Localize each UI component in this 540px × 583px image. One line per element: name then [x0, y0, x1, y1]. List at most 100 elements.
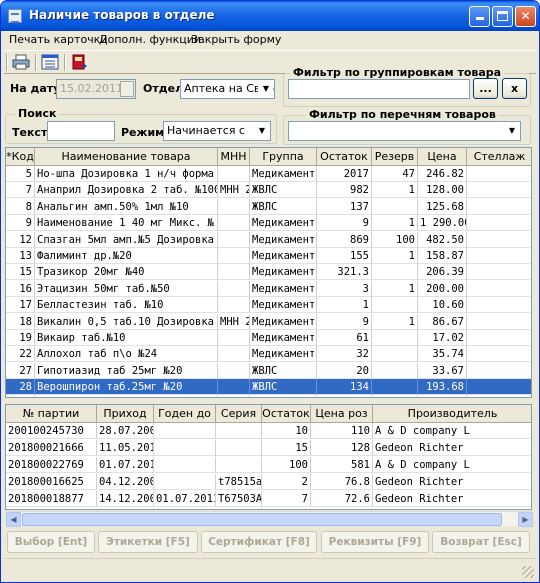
cell-price: 206.39 [418, 264, 467, 281]
scroll-left-icon[interactable]: ◀ [6, 512, 21, 527]
column-header-inn[interactable]: МНН [218, 148, 250, 166]
search-text-input[interactable] [47, 121, 115, 141]
cell-code: 29 [6, 395, 35, 397]
title-bar[interactable]: Наличие товаров в отделе ✕ [1, 1, 539, 31]
list-filter-select[interactable]: ▼ [288, 121, 521, 141]
cell-group: ЖВЛС [250, 379, 317, 396]
window-title: Наличие товаров в отделе [29, 8, 215, 22]
group-filter-clear-button[interactable]: x [502, 78, 527, 99]
cell-shelf [467, 396, 531, 397]
batch-table[interactable]: № партии Приход Годен до Серия Остаток Цена р… [5, 404, 532, 510]
cell-shelf [467, 379, 531, 396]
column-header-expiry[interactable]: Годен до [154, 405, 216, 423]
resize-grip-icon[interactable] [522, 566, 534, 578]
cell-group: ЖВЛС [250, 395, 317, 397]
column-header-retail-price[interactable]: Цена роз [311, 405, 373, 423]
menu-print-card[interactable]: Печать карточки [9, 33, 107, 46]
mode-select[interactable]: Начинается с ▼ [163, 121, 271, 141]
column-header-group[interactable]: Группа [250, 148, 317, 166]
column-header-name[interactable]: Наименование товара [35, 148, 218, 166]
column-header-series[interactable]: Серия [216, 405, 262, 423]
column-header-reserve[interactable]: Резерв [372, 148, 418, 166]
column-header-stock[interactable]: Остаток [317, 148, 372, 166]
cell-retail-price: 76.8 [311, 474, 373, 490]
reference-book-button[interactable] [69, 53, 91, 72]
cell-reserve [372, 330, 418, 346]
cell-inn [218, 231, 250, 248]
menu-close-form[interactable]: Закрыть форму [191, 33, 281, 46]
scroll-thumb[interactable] [22, 513, 502, 526]
cell-price: 77.25 [418, 395, 467, 397]
certificate-button[interactable]: Сертификат [F8] [201, 531, 317, 553]
scroll-right-icon[interactable]: ▶ [518, 512, 533, 527]
cell-stock: 9 [317, 215, 372, 232]
cell-name: Викалин 0,5 таб.10 Дозировка [35, 313, 218, 330]
horizontal-scrollbar[interactable]: ◀ ▶ [6, 511, 533, 527]
cell-reserve [372, 362, 418, 379]
cell-manufacturer: A & D company L [373, 457, 531, 473]
cell-stock: 32 [317, 346, 372, 363]
book-icon [72, 54, 87, 70]
cell-series: t78515a [216, 474, 262, 490]
toolbar-separator [64, 54, 66, 71]
cell-stock: 982 [317, 182, 372, 199]
select-button[interactable]: Выбор [Ent] [7, 531, 95, 553]
column-header-shelf[interactable]: Стеллаж [467, 148, 531, 166]
return-button[interactable]: Возврат [Esc] [432, 531, 530, 553]
labels-button[interactable]: Этикетки [F5] [98, 531, 198, 553]
cell-arrival: 28.07.2009 [97, 423, 154, 439]
dept-label: Отдел [143, 82, 184, 95]
cell-price: 125.68 [418, 198, 467, 215]
mode-value: Начинается с [167, 124, 245, 137]
cell-shelf [467, 314, 531, 330]
maximize-button[interactable] [492, 6, 513, 27]
cell-code: 5 [6, 166, 35, 182]
cell-reserve: 1 [372, 215, 418, 232]
requisites-button[interactable]: Реквизиты [F9] [321, 531, 429, 553]
date-field[interactable]: 15.02.2011 [56, 79, 136, 99]
app-icon [8, 9, 22, 23]
column-header-arrival[interactable]: Приход [97, 405, 154, 423]
cell-inn [218, 346, 250, 363]
cell-retail-price: 72.6 [311, 491, 373, 507]
menu-extra-functions[interactable]: Дополн. функции [99, 33, 201, 46]
cell-reserve: 1 [372, 280, 418, 297]
column-header-manufacturer[interactable]: Производитель [373, 405, 531, 423]
column-header-batch[interactable]: № партии [6, 405, 97, 423]
chevron-down-icon[interactable]: ▼ [254, 123, 269, 139]
cell-group: Медикамент [250, 248, 317, 264]
column-header-price[interactable]: Цена [418, 148, 467, 166]
cell-retail-price: 581 [311, 457, 373, 473]
cell-manufacturer: A & D company L [373, 423, 531, 439]
chevron-down-icon[interactable]: ▼ [258, 81, 273, 97]
cell-shelf [467, 166, 531, 182]
cell-code: 8 [6, 198, 35, 215]
cell-shelf [467, 363, 531, 379]
close-button[interactable]: ✕ [515, 6, 536, 27]
cell-code: 9 [6, 215, 35, 232]
cell-shelf [467, 297, 531, 314]
list-view-button[interactable] [40, 53, 62, 72]
column-header-stock[interactable]: Остаток [262, 405, 311, 423]
cell-stock: 134 [317, 379, 372, 396]
search-title: Поиск [15, 107, 60, 120]
calendar-icon[interactable] [120, 81, 134, 97]
cell-code: 22 [6, 346, 35, 363]
list-filter-title: Фильтр по перечням товаров [306, 108, 499, 121]
cell-series [216, 440, 262, 456]
column-header-code[interactable]: *Код [6, 148, 35, 166]
group-filter-select-button[interactable]: ... [473, 78, 498, 99]
cell-shelf [467, 281, 531, 297]
cell-name: Тразикор 20мг №40 [35, 264, 218, 281]
dept-select[interactable]: Аптека на Сверд ▼ [180, 79, 275, 99]
cell-code: 7 [6, 182, 35, 199]
cell-reserve: 47 [372, 166, 418, 182]
cell-manufacturer: Gedeon Richter [373, 474, 531, 490]
main-window: Наличие товаров в отделе ✕ Печать карточ… [0, 0, 540, 583]
print-button[interactable] [11, 53, 33, 72]
group-filter-field[interactable] [288, 79, 470, 99]
goods-table[interactable]: *Код Наименование товара МНН Группа Остаток Р… [5, 147, 532, 398]
chevron-down-icon[interactable]: ▼ [504, 123, 519, 139]
minimize-button[interactable] [469, 6, 490, 27]
cell-name: Спазган 5мл амп.№5 Дозировка [35, 231, 218, 248]
